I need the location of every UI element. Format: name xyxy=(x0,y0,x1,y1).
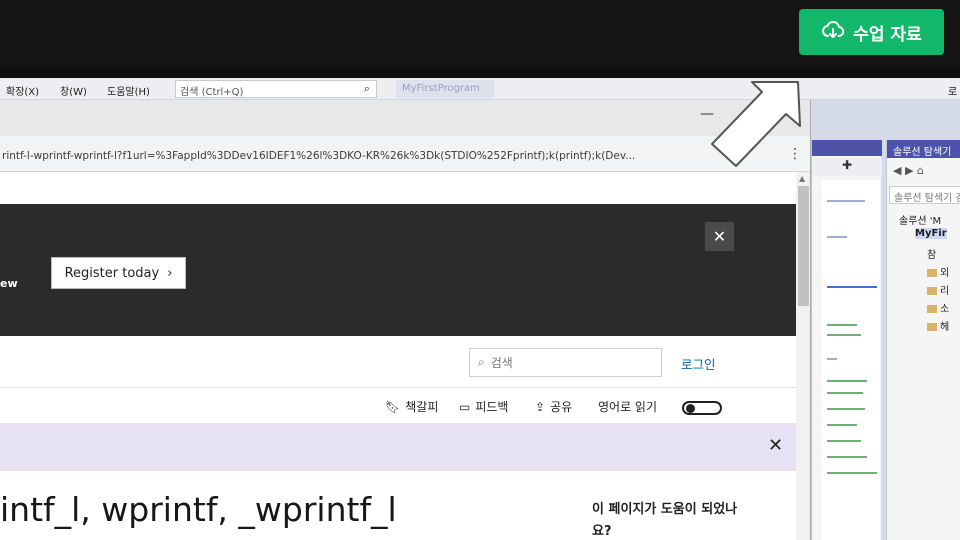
browser-window: — rintf-l-wprintf-wprintf-l?f1url=%3Fapp… xyxy=(0,100,811,540)
folder-icon xyxy=(927,323,937,331)
bookmark-icon: 🔖︎ xyxy=(385,399,401,414)
page-title: intf_l, wprintf, _wprintf_l xyxy=(0,490,397,529)
helpful-question: 이 페이지가 도움이 되었나요? xyxy=(592,502,738,539)
top-bar: 수업 자료 xyxy=(0,0,960,66)
code-editor-strip: ✚ xyxy=(811,140,882,540)
node-label: 외 xyxy=(940,268,950,279)
code-line xyxy=(827,472,877,474)
site-search-input[interactable]: ⌕ 검색 xyxy=(469,348,662,377)
solution-explorer-title: 솔루션 탐색기 xyxy=(887,140,960,158)
site-header: ⌕ 검색 로그인 xyxy=(0,336,796,388)
menu-window[interactable]: 창(W) xyxy=(60,83,87,98)
code-line xyxy=(827,236,847,238)
register-today-button[interactable]: Register today › xyxy=(51,257,186,289)
menu-help[interactable]: 도움말(H) xyxy=(107,83,150,98)
vs-menubar: 확장(X) 창(W) 도움말(H) 검색 (Ctrl+Q) ⌕ MyFirstP… xyxy=(0,78,960,100)
code-line xyxy=(827,424,857,426)
screen: 수업 자료 확장(X) 창(W) 도움말(H) 검색 (Ctrl+Q) ⌕ My… xyxy=(0,0,960,540)
solution-node[interactable]: 솔루션 'M xyxy=(899,212,941,227)
url-text[interactable]: rintf-l-wprintf-wprintf-l?f1url=%3FappId… xyxy=(2,150,635,162)
toggle-knob xyxy=(686,404,695,413)
address-bar[interactable]: rintf-l-wprintf-wprintf-l?f1url=%3FappId… xyxy=(0,136,810,172)
read-english-toggle[interactable] xyxy=(682,401,722,415)
site-search-placeholder: 검색 xyxy=(490,356,513,370)
editor-tab-header xyxy=(812,140,882,156)
vs-quick-search[interactable]: 검색 (Ctrl+Q) ⌕ xyxy=(175,80,377,98)
class-materials-button[interactable]: 수업 자료 xyxy=(799,9,944,55)
code-line xyxy=(827,392,863,394)
notice-close-button[interactable]: ✕ xyxy=(768,435,783,456)
header-files-node[interactable]: 헤 xyxy=(927,318,949,333)
browser-titlebar: — xyxy=(0,100,810,136)
cursor-arrow-icon xyxy=(711,81,801,167)
node-label: 헤 xyxy=(940,322,950,333)
folder-icon xyxy=(927,305,937,313)
cloud-download-icon xyxy=(821,18,845,47)
share-icon: ⇪ xyxy=(535,399,546,414)
code-text-area[interactable] xyxy=(822,180,880,540)
external-deps-node[interactable]: 외 xyxy=(927,264,949,279)
feedback-label: 피드백 xyxy=(475,400,509,414)
resource-files-node[interactable]: 리 xyxy=(927,282,949,297)
event-banner: ew Register today › ✕ xyxy=(0,204,796,336)
banner-text-fragment: ew xyxy=(0,277,18,290)
read-english-text: 영어로 읽기 xyxy=(598,400,658,414)
bookmark-button[interactable]: 🔖︎ 책갈피 xyxy=(385,398,438,415)
solution-explorer: 솔루션 탐색기 ◀ ▶ ⌂ 솔루션 탐색기 검 솔루션 'M MyFir 참 외… xyxy=(886,140,960,540)
node-label: 소 xyxy=(940,304,950,315)
code-line xyxy=(827,440,861,442)
read-english-label: 영어로 읽기 xyxy=(598,398,657,415)
article-actions: 🔖︎ 책갈피 ▭ 피드백 ⇪ 공유 영어로 읽기 xyxy=(0,390,796,422)
vs-search-placeholder: 검색 (Ctrl+Q) xyxy=(180,87,244,98)
chevron-right-icon: › xyxy=(167,265,173,281)
search-icon: ⌕ xyxy=(363,82,370,95)
vs-project-name: MyFirstProgram xyxy=(396,80,494,98)
project-node[interactable]: MyFir xyxy=(915,228,947,239)
code-line xyxy=(827,408,865,410)
feedback-icon: ▭ xyxy=(459,399,471,414)
source-files-node[interactable]: 소 xyxy=(927,300,949,315)
register-label: Register today xyxy=(64,265,160,281)
search-icon: ⌕ xyxy=(478,355,485,369)
folder-icon xyxy=(927,287,937,295)
code-line xyxy=(827,200,865,202)
feedback-button[interactable]: ▭ 피드백 xyxy=(459,398,508,415)
notice-bar: ✕ xyxy=(0,423,796,471)
solution-explorer-toolbar[interactable]: ◀ ▶ ⌂ xyxy=(887,162,960,182)
solution-explorer-search[interactable]: 솔루션 탐색기 검 xyxy=(889,186,960,204)
bookmark-label: 책갈피 xyxy=(405,400,439,414)
code-line xyxy=(827,286,877,288)
code-line xyxy=(827,324,857,326)
menu-extensions[interactable]: 확장(X) xyxy=(6,83,39,98)
folder-icon xyxy=(927,269,937,277)
code-line xyxy=(827,456,867,458)
node-label: 리 xyxy=(940,286,950,297)
scroll-thumb[interactable] xyxy=(798,186,809,306)
references-node[interactable]: 참 xyxy=(927,246,936,261)
share-label: 공유 xyxy=(550,400,573,414)
share-button[interactable]: ⇪ 공유 xyxy=(535,398,572,415)
class-materials-label: 수업 자료 xyxy=(853,24,922,45)
code-line xyxy=(827,380,867,382)
code-line xyxy=(827,334,861,336)
page-content: ew Register today › ✕ ⌕ 검색 로그인 🔖︎ 책갈피 ▭ … xyxy=(0,172,796,540)
page-scrollbar[interactable]: ▲ xyxy=(796,172,810,540)
login-link[interactable]: 로그인 xyxy=(681,354,716,373)
pin-icon[interactable]: ✚ xyxy=(812,158,882,176)
code-line xyxy=(827,358,837,360)
vs-login-fragment[interactable]: 로 xyxy=(948,83,957,98)
banner-close-button[interactable]: ✕ xyxy=(705,222,734,251)
